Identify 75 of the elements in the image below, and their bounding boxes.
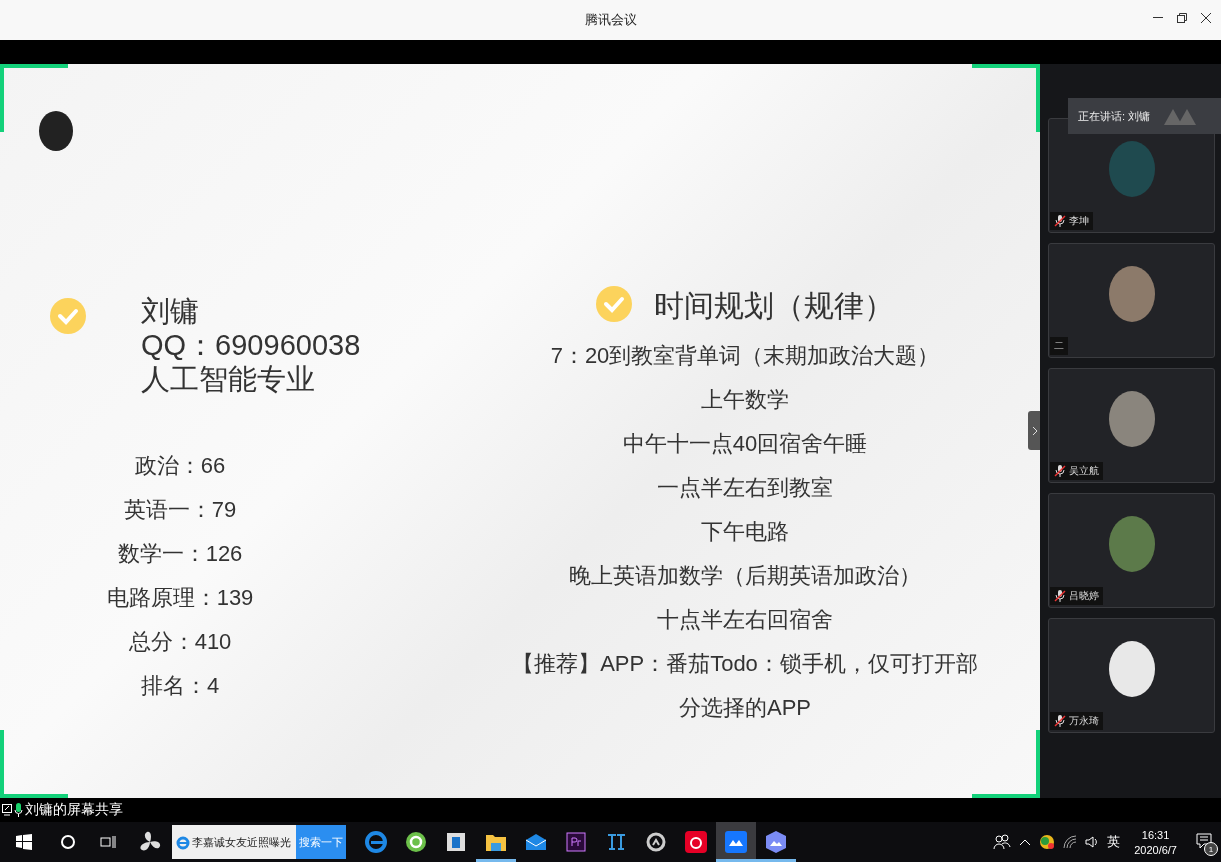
participant-name: 李坤	[1069, 214, 1089, 228]
circle-icon	[61, 835, 75, 849]
plan-line: 一点半左右到教室	[657, 474, 833, 502]
score-line: 政治：66	[134, 452, 226, 480]
meeting-app-icon	[725, 831, 747, 853]
muted-mic-icon	[1054, 589, 1066, 603]
speaker-icon	[1085, 835, 1100, 849]
plan-heading: 时间规划（规律）	[654, 288, 894, 324]
score-line: 数学一：126	[117, 540, 243, 568]
avatar-placeholder	[1108, 266, 1155, 322]
presenter-name: 刘镛	[141, 294, 200, 328]
tool-icon	[606, 832, 626, 852]
window-title: 腾讯会议	[584, 11, 637, 29]
participant-name: 万永琦	[1069, 714, 1099, 728]
muted-mic-icon	[1054, 464, 1066, 478]
plan-line: 中午十一点40回宿舍午睡	[622, 430, 868, 458]
e-logo-icon	[405, 831, 427, 853]
people-icon	[993, 834, 1012, 850]
notification-count: 1	[1204, 842, 1218, 856]
close-button[interactable]	[1199, 10, 1213, 26]
window-icon	[446, 832, 466, 852]
e-logo-icon	[365, 831, 387, 853]
muted-mic-icon	[1054, 214, 1066, 228]
ring-logo-icon	[645, 831, 667, 853]
muted-mic-icon	[1054, 714, 1066, 728]
participant-name: 吕晓婷	[1069, 589, 1099, 603]
close-icon	[1201, 13, 1211, 23]
plan-line: 晚上英语加数学（后期英语加政治）	[569, 562, 921, 590]
avatar-placeholder	[1108, 391, 1155, 447]
input-language[interactable]: 英	[1107, 833, 1121, 851]
avatar-placeholder	[1108, 641, 1155, 697]
score-line: 总分：410	[128, 628, 232, 656]
minimize-icon	[1153, 17, 1163, 19]
screen-share-icon	[2, 804, 12, 816]
plan-line: 十点半左右回宿舍	[657, 606, 833, 634]
pr-logo-icon	[566, 832, 586, 852]
music-app-icon	[685, 831, 707, 853]
qq-number: QQ：690960038	[141, 328, 361, 362]
search-field[interactable]: 李嘉诚女友近照曝光	[192, 836, 296, 848]
plan-line: 上午数学	[701, 386, 789, 414]
e-logo-icon	[176, 834, 190, 850]
windows-icon	[16, 834, 32, 850]
check-circle-icon	[596, 286, 632, 322]
major-text: 人工智能专业	[141, 362, 316, 396]
mic-icon	[14, 803, 23, 817]
plan-line: 下午电路	[701, 518, 789, 546]
participant-name: 二	[1054, 339, 1064, 353]
folder-icon	[485, 832, 507, 852]
tray-app-icon	[1039, 834, 1056, 850]
clock[interactable]: 16:31 2020/6/7	[1128, 828, 1183, 856]
share-label: 刘镛的屏幕共享	[25, 801, 123, 819]
message-icon	[1196, 833, 1212, 849]
chevron-up-icon	[1019, 838, 1032, 846]
dot-shape	[39, 111, 73, 151]
participant-name: 吴立航	[1069, 464, 1099, 478]
plan-line: 【推荐】APP：番茄Todo：锁手机，仅可打开部	[512, 650, 978, 678]
score-line: 电路原理：139	[106, 584, 254, 612]
plan-line: 分选择的APP	[679, 694, 811, 722]
plan-line: 7：20到教室背单词（末期加政治大题）	[550, 342, 940, 370]
hexagon-photo-icon	[765, 830, 787, 854]
score-line: 英语一：79	[123, 496, 237, 524]
fan-icon	[139, 831, 161, 853]
score-line: 排名：4	[140, 672, 220, 700]
avatar-placeholder	[1108, 516, 1155, 572]
envelope-icon	[525, 833, 547, 851]
check-circle-icon	[50, 298, 86, 334]
chevron-right-icon	[1031, 425, 1038, 436]
restore-icon	[1177, 13, 1187, 23]
speaker-text: 正在讲话: 刘镛	[1078, 108, 1151, 124]
search-field[interactable]: 李嘉诚女友近照曝光	[172, 825, 296, 859]
task-view-icon	[100, 835, 116, 849]
restore-button[interactable]	[1175, 10, 1189, 26]
wifi-icon	[1063, 835, 1078, 849]
notification-button[interactable]: 1	[1191, 822, 1221, 862]
taskbar-app[interactable]	[716, 822, 756, 862]
